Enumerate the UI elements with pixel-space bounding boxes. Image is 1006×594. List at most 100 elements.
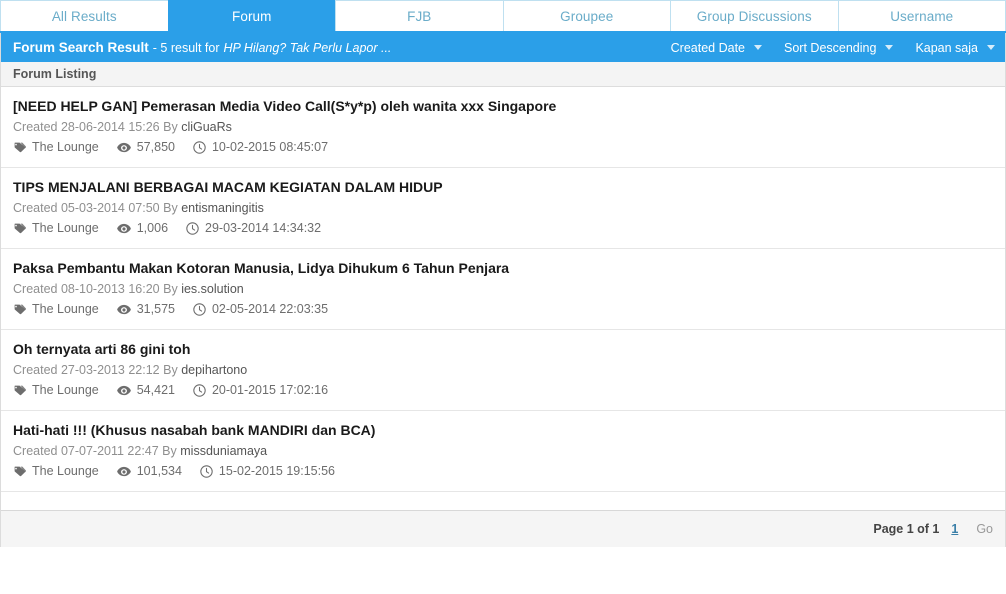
last-post-date: 29-03-2014 14:34:32 (205, 221, 322, 235)
result-views: 31,575 (116, 301, 175, 318)
search-results-frame: Forum Search Result - 5 result for HP Hi… (0, 33, 1006, 547)
views-count: 1,006 (136, 221, 169, 235)
eye-icon (116, 141, 131, 154)
tab-label: Groupee (560, 8, 614, 24)
result-last-post: 02-05-2014 22:03:35 (193, 301, 328, 318)
result-forum[interactable]: The Lounge (13, 463, 99, 480)
result-meta: The Lounge 1,006 29-03-2014 14:34:32 (13, 220, 993, 237)
result-item[interactable]: Hati-hati !!! (Khusus nasabah bank MANDI… (1, 411, 1005, 492)
forum-name: The Lounge (32, 302, 99, 316)
result-item[interactable]: Paksa Pembantu Makan Kotoran Manusia, Li… (1, 249, 1005, 330)
result-views: 101,534 (116, 463, 182, 480)
forum-name: The Lounge (32, 140, 99, 154)
search-query-text: HP Hilang? Tak Perlu Lapor ... (223, 40, 392, 55)
page-info: Page 1 of 1 (873, 522, 940, 536)
result-views: 54,421 (116, 382, 175, 399)
result-item[interactable]: [NEED HELP GAN] Pemerasan Media Video Ca… (1, 87, 1005, 168)
created-date-text: Created 27-03-2013 22:12 By (13, 363, 178, 377)
result-author[interactable]: entismaningitis (181, 201, 264, 215)
result-item[interactable]: Oh ternyata arti 86 gini toh Created 27-… (1, 330, 1005, 411)
clock-icon (193, 303, 206, 316)
tag-icon (13, 222, 26, 235)
result-forum[interactable]: The Lounge (13, 301, 99, 318)
tab-groupee[interactable]: Groupee (502, 0, 670, 31)
tab-label: Group Discussions (696, 8, 812, 24)
result-title[interactable]: Paksa Pembantu Makan Kotoran Manusia, Li… (13, 259, 993, 277)
result-author[interactable]: missduniamaya (180, 444, 267, 458)
tab-label: Forum (231, 8, 272, 24)
result-meta: The Lounge 101,534 15-02-2015 19:15:56 (13, 463, 993, 480)
result-meta: The Lounge 57,850 10-02-2015 08:45:07 (13, 139, 993, 156)
last-post-date: 02-05-2014 22:03:35 (211, 302, 329, 316)
last-post-date: 20-01-2015 17:02:16 (211, 383, 329, 397)
tab-label: Username (890, 8, 954, 24)
tab-all-results[interactable]: All Results (0, 0, 168, 31)
sort-field-dropdown[interactable]: Created Date (670, 40, 763, 55)
forum-listing-label: Forum Listing (13, 67, 97, 81)
sort-field-label: Created Date (670, 40, 746, 55)
result-created: Created 27-03-2013 22:12 By depihartono (13, 362, 993, 379)
go-button[interactable]: Go (976, 522, 993, 536)
result-item[interactable]: TIPS MENJALANI BERBAGAI MACAM KEGIATAN D… (1, 168, 1005, 249)
chevron-down-icon (885, 45, 894, 50)
result-title[interactable]: [NEED HELP GAN] Pemerasan Media Video Ca… (13, 97, 993, 115)
search-result-title: Forum Search Result (13, 40, 149, 55)
result-last-post: 15-02-2015 19:15:56 (200, 463, 335, 480)
eye-icon (116, 303, 131, 316)
views-count: 101,534 (136, 464, 182, 478)
created-date-text: Created 07-07-2011 22:47 By (13, 444, 177, 458)
result-created: Created 28-06-2014 15:26 By cliGuaRs (13, 119, 993, 136)
eye-icon (116, 384, 131, 397)
last-post-date: 10-02-2015 08:45:07 (211, 140, 329, 154)
result-title[interactable]: Hati-hati !!! (Khusus nasabah bank MANDI… (13, 421, 993, 439)
result-forum[interactable]: The Lounge (13, 382, 99, 399)
result-created: Created 07-07-2011 22:47 By missduniamay… (13, 443, 993, 460)
result-meta: The Lounge 31,575 02-05-2014 22:03:35 (13, 301, 993, 318)
result-title[interactable]: TIPS MENJALANI BERBAGAI MACAM KEGIATAN D… (13, 178, 993, 196)
tab-forum[interactable]: Forum (167, 0, 335, 31)
forum-listing-header: Forum Listing (1, 62, 1005, 87)
search-result-count: - 5 result for (152, 40, 220, 55)
result-views: 1,006 (116, 220, 169, 237)
clock-icon (200, 465, 213, 478)
result-author[interactable]: cliGuaRs (181, 120, 232, 134)
page-number-link[interactable]: 1 (951, 522, 958, 536)
result-title[interactable]: Oh ternyata arti 86 gini toh (13, 340, 993, 358)
result-last-post: 29-03-2014 14:34:32 (186, 220, 321, 237)
result-list: [NEED HELP GAN] Pemerasan Media Video Ca… (1, 87, 1005, 492)
result-last-post: 10-02-2015 08:45:07 (193, 139, 328, 156)
last-post-date: 15-02-2015 19:15:56 (218, 464, 335, 478)
forum-name: The Lounge (32, 464, 99, 478)
views-count: 31,575 (136, 302, 175, 316)
result-meta: The Lounge 54,421 20-01-2015 17:02:16 (13, 382, 993, 399)
created-date-text: Created 05-03-2014 07:50 By (13, 201, 178, 215)
time-range-dropdown[interactable]: Kapan saja (915, 41, 995, 55)
result-author[interactable]: ies.solution (181, 282, 244, 296)
eye-icon (116, 222, 131, 235)
clock-icon (193, 141, 206, 154)
chevron-down-icon (987, 45, 995, 50)
result-forum[interactable]: The Lounge (13, 139, 99, 156)
result-views: 57,850 (116, 139, 175, 156)
tab-fjb[interactable]: FJB (335, 0, 503, 31)
chevron-down-icon (754, 45, 763, 50)
tab-label: All Results (51, 8, 117, 24)
result-forum[interactable]: The Lounge (13, 220, 99, 237)
tag-icon (13, 303, 26, 316)
tab-label: FJB (407, 8, 432, 24)
clock-icon (186, 222, 199, 235)
time-range-label: Kapan saja (915, 40, 978, 55)
forum-name: The Lounge (32, 383, 99, 397)
list-bottom-spacer (1, 492, 1005, 511)
tab-username[interactable]: Username (837, 0, 1006, 31)
clock-icon (193, 384, 206, 397)
result-author[interactable]: depihartono (181, 363, 247, 377)
eye-icon (116, 465, 131, 478)
sort-direction-dropdown[interactable]: Sort Descending (784, 41, 894, 55)
tag-icon (13, 465, 26, 478)
views-count: 57,850 (136, 140, 175, 154)
created-date-text: Created 08-10-2013 16:20 By (13, 282, 178, 296)
tab-group-discussions[interactable]: Group Discussions (670, 0, 838, 31)
pagination-bar: Page 1 of 1 1 Go (1, 511, 1005, 547)
search-scope-tabs: All Results Forum FJB Groupee Group Disc… (0, 0, 1006, 33)
